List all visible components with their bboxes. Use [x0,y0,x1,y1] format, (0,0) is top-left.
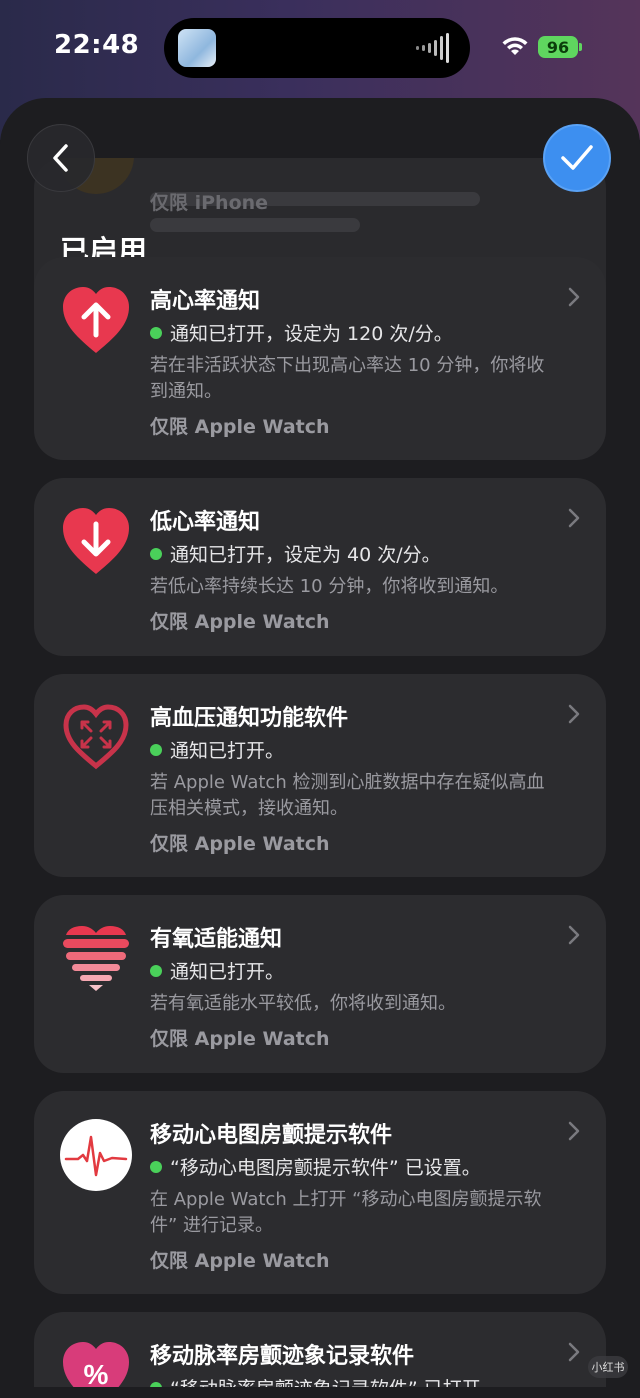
heart-percent-icon: % [63,1342,129,1387]
svg-text:%: % [84,1359,109,1387]
status-dot-icon [150,547,162,560]
card-status: 通知已打开，设定为 120 次/分。 [150,319,453,346]
done-button[interactable] [543,124,611,192]
audio-wave-icon [416,33,449,63]
card-status-text: 通知已打开，设定为 40 次/分。 [170,544,441,566]
card-only-label: 仅限 Apple Watch [150,1250,330,1272]
battery-indicator: 96 [538,36,578,58]
card-description: 在 Apple Watch 上打开 “移动心电图房颤提示软件” 进行记录。 [150,1189,542,1236]
card-high-heart-rate[interactable]: 高心率通知 通知已打开，设定为 120 次/分。 若在非活跃状态下出现高心率达 … [34,257,606,460]
heart-outline-arrows-icon [63,704,129,770]
status-dot-icon [150,326,162,339]
card-hypertension[interactable]: 高血压通知功能软件 通知已打开。 若 Apple Watch 检测到心脏数据中存… [34,674,606,877]
status-dot-icon [150,1381,162,1387]
chevron-right-icon [568,287,580,307]
striped-heart-icon [63,926,129,991]
album-art-icon [178,29,216,67]
card-description: 若低心率持续长达 10 分钟，你将收到通知。 [150,576,509,597]
status-time: 22:48 [54,30,140,60]
card-only-label: 仅限 Apple Watch [150,833,330,855]
card-status: “移动心电图房颤提示软件” 已设置。 [150,1153,481,1180]
card-pulse-afib[interactable]: % 移动脉率房颤迹象记录软件 “移动脉率房颤迹象记录软件” 已打开 [34,1312,606,1387]
card-status-text: “移动脉率房颤迹象记录软件” 已打开 [170,1374,481,1387]
battery-level: 96 [546,37,570,57]
card-description: 若 Apple Watch 检测到心脏数据中存在疑似高血压相关模式，接收通知。 [150,772,545,819]
card-title: 低心率通知 [150,510,261,535]
status-bar: 22:48 96 [0,0,640,96]
card-title: 移动心电图房颤提示软件 [150,1123,393,1148]
card-title: 高心率通知 [150,289,261,314]
status-dot-icon [150,743,162,756]
ecg-icon [60,1119,132,1191]
status-dot-icon [150,964,162,977]
status-dot-icon [150,1160,162,1173]
chevron-left-icon [53,144,68,172]
card-description: 若在非活跃状态下出现高心率达 10 分钟，你将收到通知。 [150,355,545,402]
card-low-heart-rate[interactable]: 低心率通知 通知已打开，设定为 40 次/分。 若低心率持续长达 10 分钟，你… [34,478,606,656]
card-status-text: “移动心电图房颤提示软件” 已设置。 [170,1157,481,1179]
chevron-right-icon [568,925,580,945]
heart-arrow-down-icon [63,508,129,574]
watermark: 小红书 [588,1356,628,1378]
chevron-right-icon [568,1342,580,1362]
wifi-icon [502,37,528,55]
card-status-text: 通知已打开。 [170,740,285,762]
card-description: 若有氧适能水平较低，你将收到通知。 [150,993,456,1014]
card-only-label: 仅限 Apple Watch [150,611,330,633]
chevron-right-icon [568,704,580,724]
card-only-label: 仅限 Apple Watch [150,1028,330,1050]
card-title: 有氧适能通知 [150,927,283,952]
battery-cap-icon [579,43,582,51]
card-cardio-fitness[interactable]: 有氧适能通知 通知已打开。 若有氧适能水平较低，你将收到通知。 仅限 Apple… [34,895,606,1073]
card-ecg-afib[interactable]: 移动心电图房颤提示软件 “移动心电图房颤提示软件” 已设置。 在 Apple W… [34,1091,606,1294]
previous-card-line [150,218,360,232]
chevron-right-icon [568,508,580,528]
chevron-right-icon [568,1121,580,1141]
card-status: 通知已打开。 [150,957,284,984]
heart-arrow-up-icon [63,287,129,353]
card-status-text: 通知已打开。 [170,961,285,983]
card-title: 移动脉率房颤迹象记录软件 [150,1344,415,1369]
card-status-text: 通知已打开，设定为 120 次/分。 [170,323,453,345]
dynamic-island[interactable] [164,18,470,78]
previous-card-only-label: 仅限 iPhone [150,192,269,214]
card-only-label: 仅限 Apple Watch [150,416,330,438]
card-status: 通知已打开，设定为 40 次/分。 [150,540,441,567]
card-status: 通知已打开。 [150,736,284,763]
card-status: “移动脉率房颤迹象记录软件” 已打开 [150,1374,481,1387]
checkmark-icon [561,145,593,170]
card-title: 高血压通知功能软件 [150,706,349,731]
back-button[interactable] [27,124,95,192]
